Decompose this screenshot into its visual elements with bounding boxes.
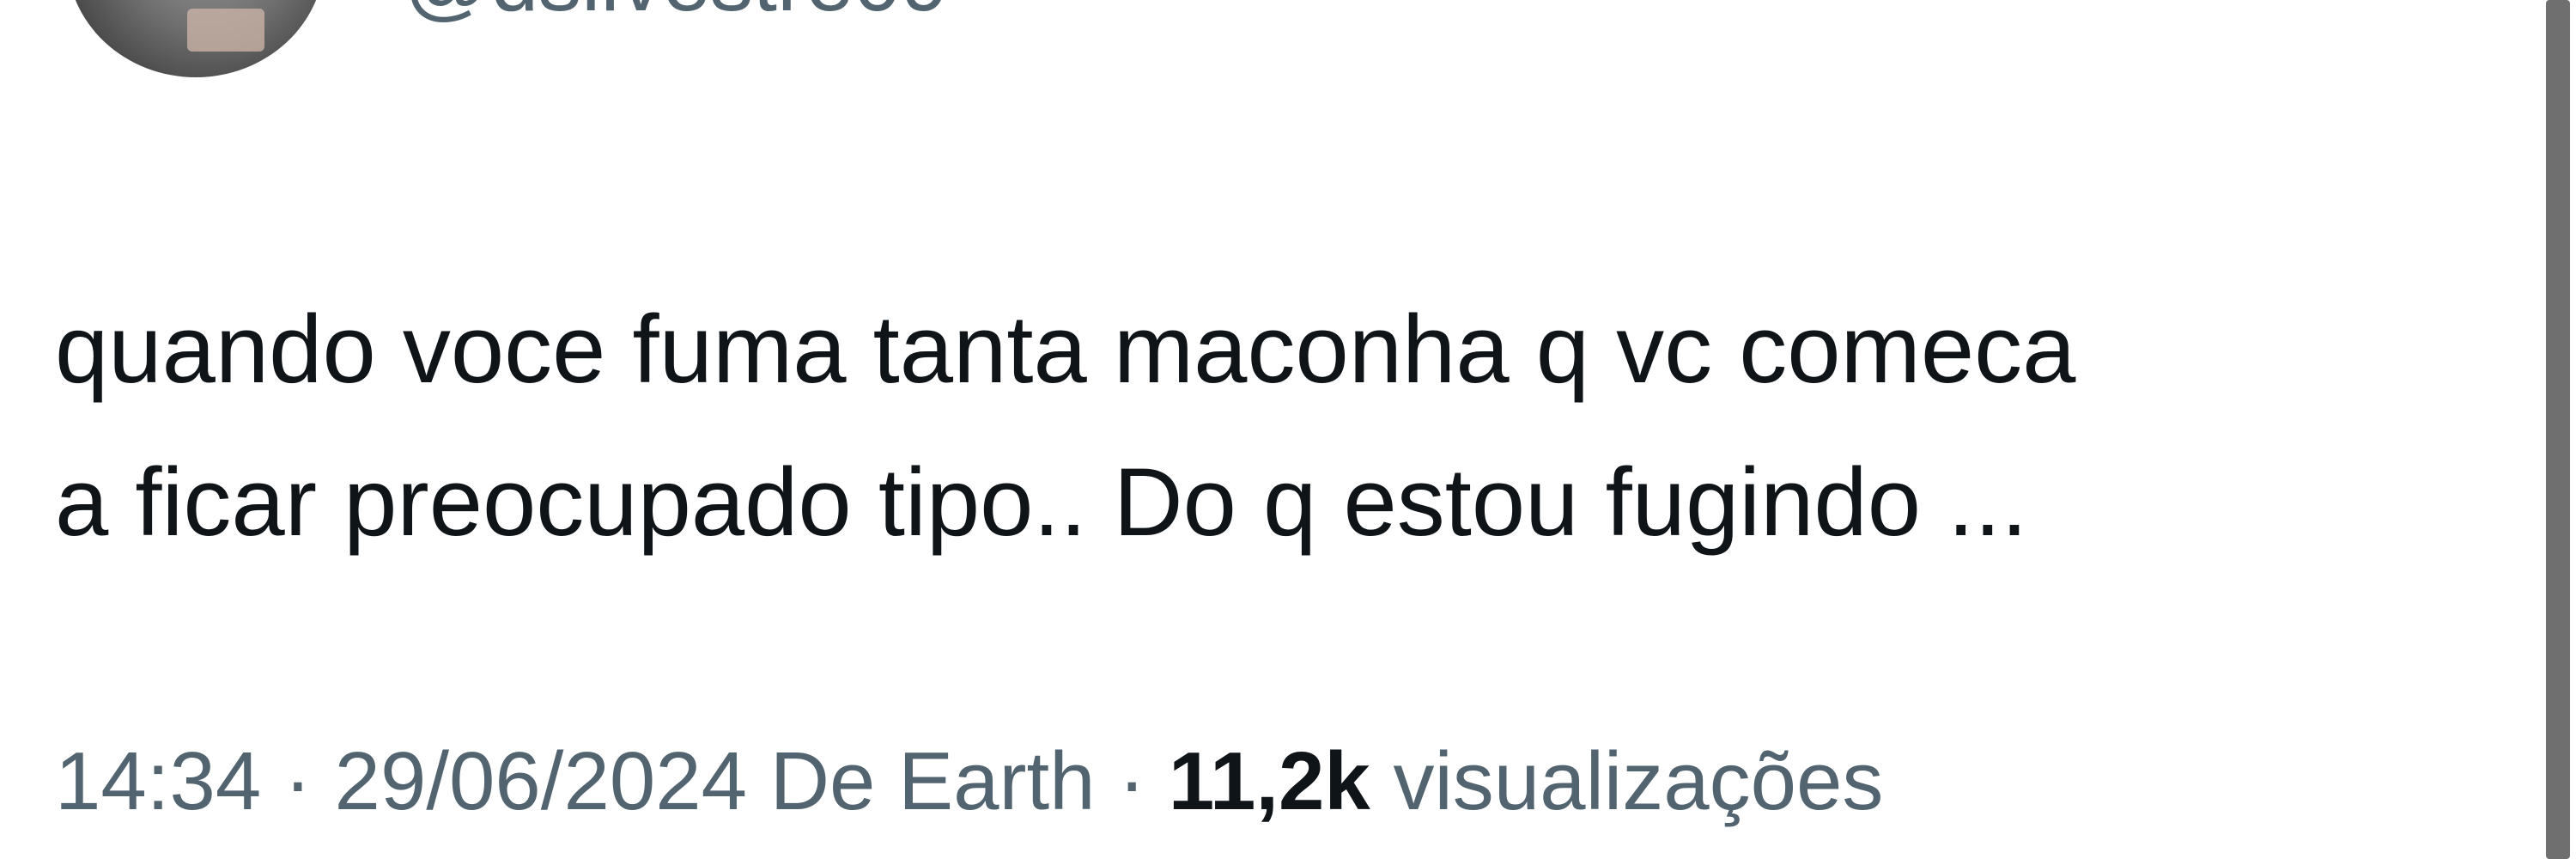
tweet-date[interactable]: 29/06/2024 bbox=[335, 735, 747, 827]
author-handle[interactable]: @dsilvestre09 bbox=[404, 0, 949, 24]
tweet-text-line-2: a ficar preocupado tipo.. Do q estou fug… bbox=[55, 448, 2028, 556]
avatar[interactable] bbox=[67, 0, 325, 77]
tweet-detail-screen: @dsilvestre09 quando voce fuma tanta mac… bbox=[0, 0, 2576, 859]
views-count[interactable]: 11,2k bbox=[1169, 735, 1370, 827]
meta-separator: · bbox=[1095, 735, 1169, 827]
tweet-text: quando voce fuma tanta maconha q vc come… bbox=[55, 273, 2459, 579]
views-label[interactable]: visualizações bbox=[1370, 735, 1883, 827]
tweet-time[interactable]: 14:34 bbox=[55, 735, 261, 827]
tweet-text-line-1: quando voce fuma tanta maconha q vc come… bbox=[55, 295, 2076, 403]
tweet-meta: 14:34 · 29/06/2024 De Earth · 11,2k visu… bbox=[55, 730, 1883, 833]
scrollbar[interactable] bbox=[2546, 0, 2570, 859]
meta-separator: · bbox=[261, 735, 335, 827]
tweet-source: De Earth bbox=[747, 735, 1096, 827]
